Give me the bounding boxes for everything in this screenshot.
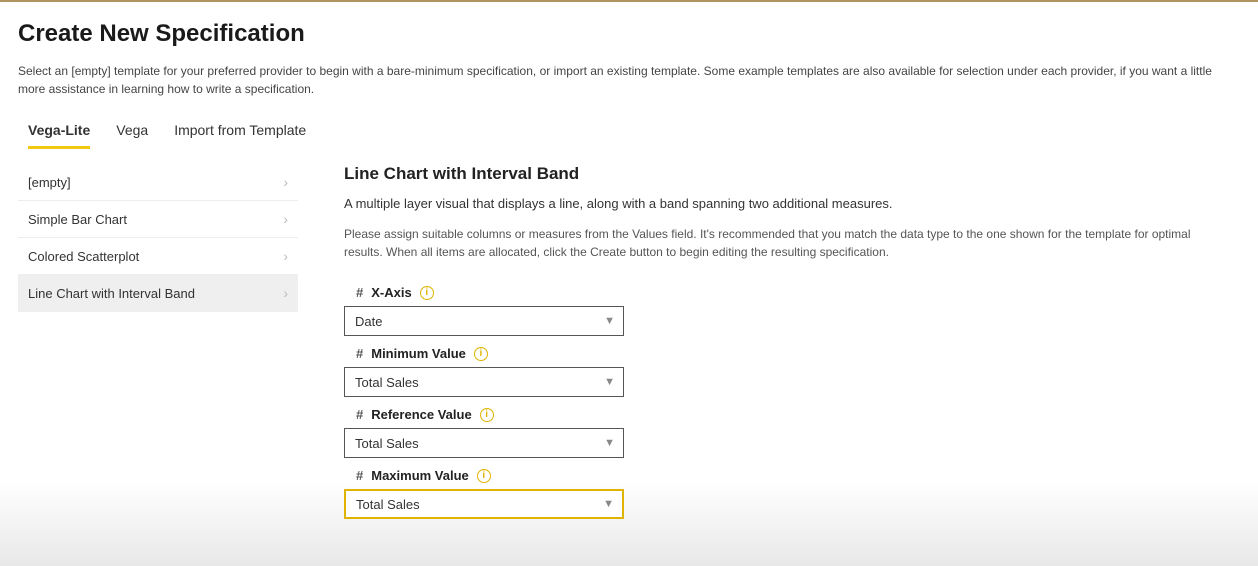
tab-vega-lite[interactable]: Vega-Lite <box>28 116 90 149</box>
chevron-down-icon: ▼ <box>604 376 615 388</box>
tab-label: Import from Template <box>174 122 306 138</box>
chevron-right-icon: › <box>283 211 288 227</box>
field-label-text: Minimum Value <box>371 346 466 361</box>
hash-icon: # <box>356 346 363 361</box>
page-title: Create New Specification <box>18 20 1240 48</box>
chevron-down-icon: ▼ <box>604 437 615 449</box>
body-row: [empty] › Simple Bar Chart › Colored Sca… <box>18 164 1240 523</box>
template-subtitle: A multiple layer visual that displays a … <box>344 196 1230 211</box>
dropdown-min-value[interactable]: Total Sales ▼ <box>344 367 624 397</box>
dropdown-max-value[interactable]: Total Sales ▼ <box>344 489 624 519</box>
field-ref-value: # Reference Value i Total Sales ▼ <box>344 401 1230 458</box>
field-label-row: # Maximum Value i <box>344 462 1230 489</box>
sidebar-item-simple-bar[interactable]: Simple Bar Chart › <box>18 201 298 238</box>
dropdown-value: Date <box>355 314 382 329</box>
field-x-axis: # X-Axis i Date ▼ <box>344 279 1230 336</box>
field-label-row: # Minimum Value i <box>344 340 1230 367</box>
info-icon[interactable]: i <box>474 347 488 361</box>
field-max-value: # Maximum Value i Total Sales ▼ <box>344 462 1230 519</box>
sidebar-item-scatterplot[interactable]: Colored Scatterplot › <box>18 238 298 275</box>
page-container: Create New Specification Select an [empt… <box>0 2 1258 523</box>
dropdown-ref-value[interactable]: Total Sales ▼ <box>344 428 624 458</box>
sidebar-item-label: Line Chart with Interval Band <box>28 286 195 301</box>
hash-icon: # <box>356 407 363 422</box>
sidebar-item-line-band[interactable]: Line Chart with Interval Band › <box>18 275 298 312</box>
provider-tabs: Vega-Lite Vega Import from Template <box>18 116 1240 150</box>
field-label-text: Maximum Value <box>371 468 469 483</box>
chevron-down-icon: ▼ <box>604 315 615 327</box>
tab-import-template[interactable]: Import from Template <box>174 116 306 149</box>
tab-vega[interactable]: Vega <box>116 116 148 149</box>
main-panel: Line Chart with Interval Band A multiple… <box>344 164 1240 523</box>
template-sidebar: [empty] › Simple Bar Chart › Colored Sca… <box>18 164 298 523</box>
dropdown-value: Total Sales <box>355 375 419 390</box>
chevron-right-icon: › <box>283 174 288 190</box>
hash-icon: # <box>356 285 363 300</box>
intro-text: Select an [empty] template for your pref… <box>18 62 1238 98</box>
chevron-right-icon: › <box>283 248 288 264</box>
field-min-value: # Minimum Value i Total Sales ▼ <box>344 340 1230 397</box>
info-icon[interactable]: i <box>477 469 491 483</box>
tab-label: Vega <box>116 122 148 138</box>
chevron-right-icon: › <box>283 285 288 301</box>
dropdown-value: Total Sales <box>356 497 420 512</box>
sidebar-item-label: Simple Bar Chart <box>28 212 127 227</box>
field-label-row: # Reference Value i <box>344 401 1230 428</box>
info-icon[interactable]: i <box>420 286 434 300</box>
chevron-down-icon: ▼ <box>603 498 614 510</box>
info-icon[interactable]: i <box>480 408 494 422</box>
field-label-text: X-Axis <box>371 285 411 300</box>
tab-label: Vega-Lite <box>28 122 90 138</box>
field-label-row: # X-Axis i <box>344 279 1230 306</box>
sidebar-item-empty[interactable]: [empty] › <box>18 164 298 201</box>
hash-icon: # <box>356 468 363 483</box>
sidebar-item-label: Colored Scatterplot <box>28 249 139 264</box>
sidebar-item-label: [empty] <box>28 175 71 190</box>
template-title: Line Chart with Interval Band <box>344 164 1230 184</box>
dropdown-value: Total Sales <box>355 436 419 451</box>
dropdown-x-axis[interactable]: Date ▼ <box>344 306 624 336</box>
field-label-text: Reference Value <box>371 407 471 422</box>
template-help: Please assign suitable columns or measur… <box>344 225 1230 261</box>
